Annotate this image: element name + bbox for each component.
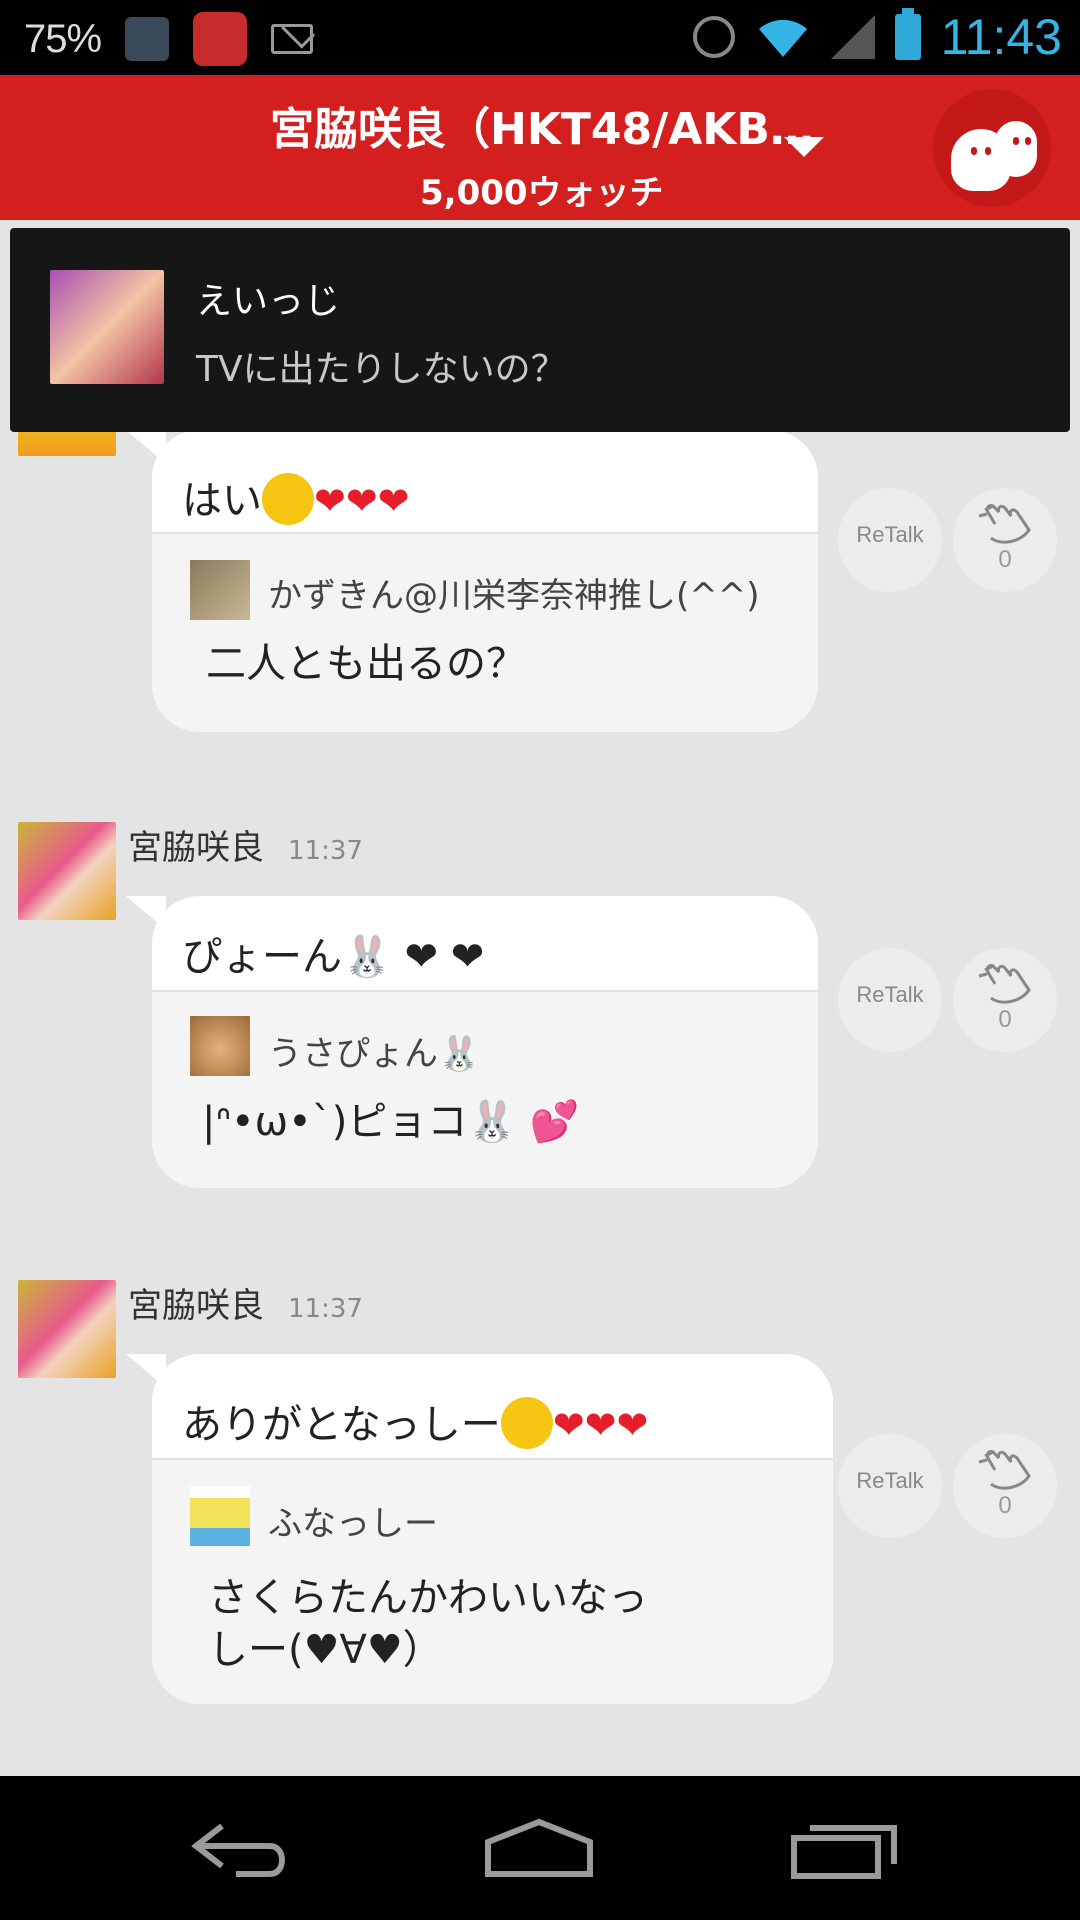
alarm-icon [692,16,735,58]
smiley-face-icon [262,473,314,525]
clap-count: 0 [998,546,1012,573]
message-time: 11:37 [288,836,363,866]
reply-text: はい ❤❤❤ [182,468,410,529]
reply-text: ありがとなっしー ❤❤❤ [182,1392,648,1453]
wifi-icon [758,19,807,57]
app-header: 宮脇咲良（HKT48/AKB… 5,000ウォッチ [0,75,1080,220]
battery-percent: 75% [24,16,102,61]
quoted-text: |ᐢ•ω•`)ピョコ🐰 💕 [202,1099,580,1145]
back-icon[interactable] [186,1812,296,1882]
rss-reader-icon [125,17,170,61]
clap-count: 0 [998,1006,1012,1033]
status-bar: 75% 11:43 [0,0,1080,75]
message-time: 11:37 [288,1294,363,1324]
laughing-face-icon [500,1397,553,1449]
notification-message: TVに出たりしないの？ [196,349,567,390]
sender-name: 宮脇咲良 11:37 [128,1286,363,1326]
quoted-user-avatar [190,1016,250,1076]
clock: 11:43 [940,9,1062,65]
message-bubble: はい ❤❤❤ かずきん@川栄李奈神推し(^^) 二人とも出るの？ [152,430,818,732]
navigation-bar [0,1776,1080,1920]
app-notification-icon [193,12,248,66]
recent-apps-icon[interactable] [790,1812,900,1882]
retalk-button[interactable]: ReTalk [838,1434,942,1538]
notification-name: えいっじ [196,281,341,322]
quoted-user-name: ふなっしー [268,1504,438,1544]
clap-button[interactable]: 0 [953,948,1057,1052]
clap-button[interactable]: 0 [953,488,1057,592]
quoted-text: さくらたんかわいいなっ しー(♥∀♥） [208,1575,648,1673]
battery-icon [894,8,921,60]
quoted-message: かずきん@川栄李奈神推し(^^) 二人とも出るの？ [152,532,818,732]
reply-text: ぴょーん🐰 ❤ ❤ [182,934,485,980]
quoted-user-name: うさぴょん🐰 [268,1034,481,1074]
retalk-button[interactable]: ReTalk [838,948,942,1052]
chevron-down-icon[interactable] [784,137,824,157]
clap-icon [978,504,1031,544]
clap-button[interactable]: 0 [953,1434,1057,1538]
quoted-message: ふなっしー さくらたんかわいいなっ しー(♥∀♥） [152,1458,833,1704]
quoted-user-name: かずきん@川栄李奈神推し(^^) [268,576,760,616]
sender-name: 宮脇咲良 11:37 [128,828,363,868]
signal-icon [830,15,875,59]
quoted-message: うさぴょん🐰 |ᐢ•ω•`)ピョコ🐰 💕 [152,990,818,1188]
hearts: ❤❤❤ [552,1403,649,1447]
message-bubble: ぴょーん🐰 ❤ ❤ うさぴょん🐰 |ᐢ•ω•`)ピョコ🐰 💕 [152,896,818,1188]
clap-icon [978,1450,1031,1490]
avatar[interactable] [18,822,116,920]
message-bubble: ありがとなっしー ❤❤❤ ふなっしー さくらたんかわいいなっ しー(♥∀♥） [152,1354,833,1704]
quoted-text: 二人とも出るの？ [206,641,526,687]
clap-icon [978,964,1031,1004]
hearts: ❤❤❤ [314,479,410,523]
quoted-user-avatar [190,1486,250,1546]
quoted-user-avatar [190,560,250,620]
home-icon[interactable] [484,1812,594,1882]
mascot-icon[interactable] [933,89,1051,207]
page-title[interactable]: 宮脇咲良（HKT48/AKB… [270,93,814,157]
clap-count: 0 [998,1492,1012,1519]
notification-popup[interactable]: えいっじ TVに出たりしないの？ [10,228,1070,432]
retalk-button[interactable]: ReTalk [838,488,942,592]
watch-count: 5,000ウォッチ [420,173,664,213]
mail-icon [271,24,314,54]
avatar[interactable] [18,1280,116,1378]
notification-avatar [50,270,164,384]
